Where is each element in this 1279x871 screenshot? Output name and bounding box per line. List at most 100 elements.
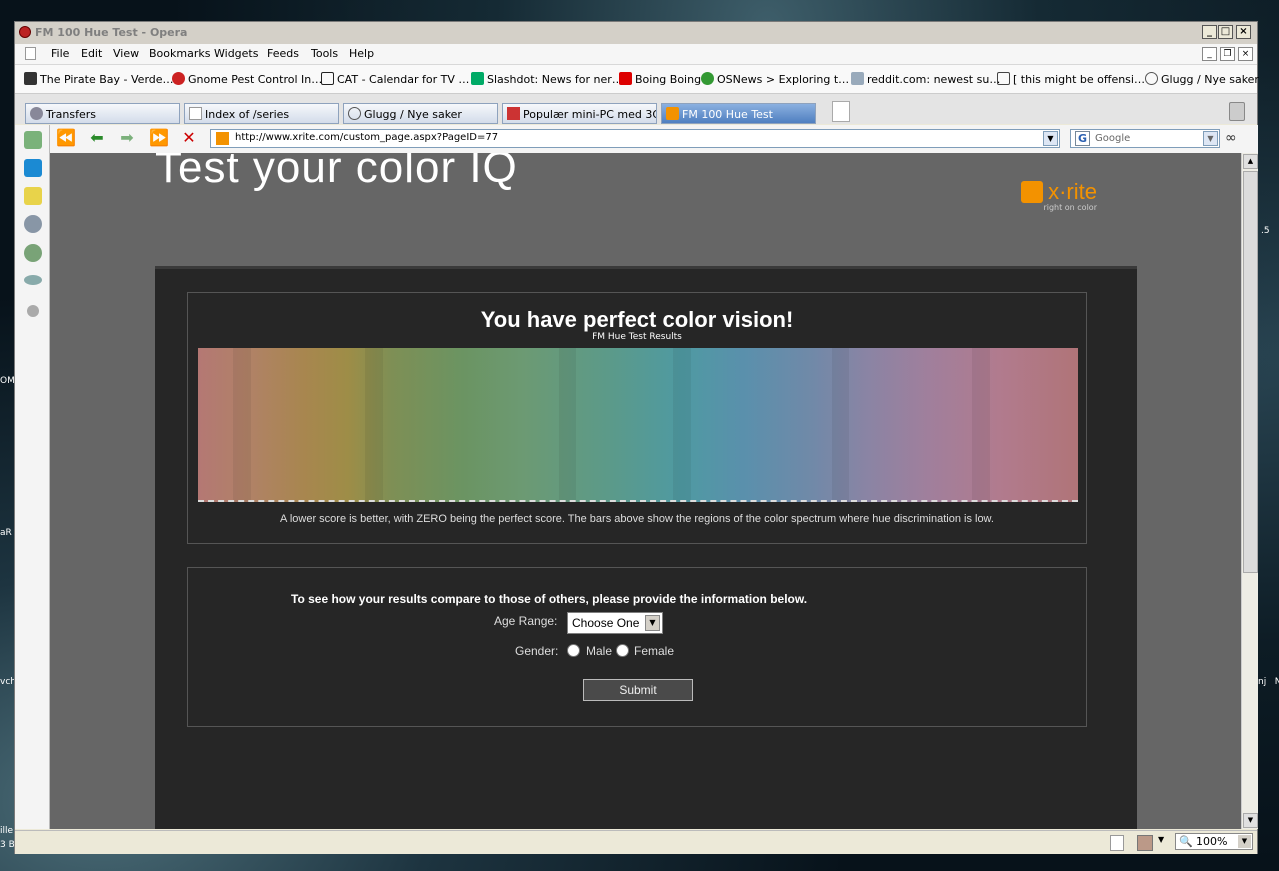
- age-label: Age Range:: [494, 614, 558, 628]
- page-icon: [25, 47, 36, 60]
- scroll-down-icon[interactable]: ▼: [1243, 813, 1258, 828]
- scroll-up-icon[interactable]: ▲: [1243, 154, 1258, 169]
- gender-label: Gender:: [515, 644, 559, 658]
- tab-bar: Transfers Index of /series Glugg / Nye s…: [15, 94, 1257, 124]
- bookmarks-bar: The Pirate Bay - Verde… Gnome Pest Contr…: [15, 65, 1259, 94]
- bookmarks-panel-icon[interactable]: [24, 131, 42, 149]
- age-range-select[interactable]: Choose One ▼: [567, 612, 663, 634]
- form-intro: To see how your results compare to those…: [291, 592, 808, 606]
- chevron-down-icon[interactable]: ▼: [1203, 131, 1218, 146]
- chart-caption: FM Hue Test Results: [592, 332, 682, 342]
- demographics-form: To see how your results compare to those…: [187, 567, 1087, 727]
- bookmark-item[interactable]: The Pirate Bay - Verde…: [24, 72, 174, 86]
- opera-icon: [19, 26, 31, 38]
- back-icon[interactable]: ⬅: [86, 129, 108, 149]
- links-panel-icon[interactable]: [24, 275, 42, 285]
- tab-fm-hue-test[interactable]: FM 100 Hue Test: [661, 103, 816, 124]
- fast-forward-icon[interactable]: ⏩: [148, 129, 170, 149]
- chevron-down-icon: ▼: [645, 615, 660, 631]
- transfers-panel-icon[interactable]: [24, 215, 42, 233]
- bookmark-item[interactable]: Gnome Pest Control In…: [172, 72, 322, 86]
- site-icon: [507, 107, 520, 120]
- close-button[interactable]: ×: [1236, 25, 1251, 39]
- tab-restore-button[interactable]: ❐: [1220, 47, 1235, 61]
- bookmark-item[interactable]: OSNews > Exploring t…: [701, 72, 849, 86]
- search-input[interactable]: G Google ▼: [1070, 129, 1220, 148]
- site-favicon: [216, 132, 229, 145]
- tab-glugg[interactable]: Glugg / Nye saker: [343, 103, 498, 124]
- menu-bookmarks[interactable]: Bookmarks: [149, 47, 210, 60]
- spectrum-band: [558, 348, 577, 502]
- reddit-icon: [851, 72, 864, 85]
- forward-icon[interactable]: ➡: [116, 129, 138, 149]
- chevron-down-icon[interactable]: ▼: [1043, 131, 1058, 146]
- scroll-thumb[interactable]: [1243, 171, 1258, 573]
- spectrum-band: [972, 348, 990, 502]
- voice-glasses-icon[interactable]: ∞: [1225, 130, 1237, 146]
- navigation-bar: ⏪ ⬅ ➡ ⏩ ✕ http://www.xrite.com/custom_pa…: [50, 125, 1258, 154]
- magnifier-icon: 🔍: [1179, 835, 1193, 848]
- results-box: You have perfect color vision! FM Hue Te…: [187, 292, 1087, 544]
- xrite-logo: x·rite right on color: [1021, 179, 1097, 212]
- spectrum-band: [673, 348, 691, 502]
- history-panel-icon[interactable]: [24, 244, 42, 262]
- menu-help[interactable]: Help: [349, 47, 374, 60]
- menu-file[interactable]: File: [51, 47, 69, 60]
- bookmark-item[interactable]: CAT - Calendar for TV …: [321, 72, 469, 86]
- page-headline: Test your color IQ: [155, 153, 518, 192]
- results-panel: You have perfect color vision! FM Hue Te…: [155, 266, 1137, 829]
- desktop-text: .5: [1261, 226, 1270, 236]
- minimize-button[interactable]: _: [1202, 25, 1217, 39]
- submit-button[interactable]: Submit: [583, 679, 693, 701]
- stop-icon[interactable]: ✕: [178, 129, 200, 149]
- chevron-down-icon[interactable]: ▼: [1158, 835, 1164, 844]
- spectrum-band: [365, 348, 383, 502]
- address-field[interactable]: http://www.xrite.com/custom_page.aspx?Pa…: [210, 129, 1060, 148]
- widgets-panel-icon[interactable]: [24, 159, 42, 177]
- trash-icon[interactable]: [1229, 102, 1245, 121]
- spectrum-band: [831, 348, 850, 502]
- female-radio[interactable]: [616, 644, 629, 657]
- menu-view[interactable]: View: [113, 47, 139, 60]
- male-radio[interactable]: [567, 644, 580, 657]
- rewind-icon[interactable]: ⏪: [55, 129, 77, 149]
- vertical-scrollbar[interactable]: ▲ ▼: [1241, 153, 1258, 829]
- tab-index[interactable]: Index of /series: [184, 103, 339, 124]
- desktop-text: ille: [0, 826, 14, 836]
- maximize-button[interactable]: □: [1218, 25, 1233, 39]
- google-icon: G: [1075, 131, 1090, 146]
- xrite-logo-icon: [1021, 181, 1043, 203]
- menu-bar: File Edit View Bookmarks Widgets Feeds T…: [15, 44, 1257, 65]
- menu-edit[interactable]: Edit: [81, 47, 102, 60]
- page-info-icon[interactable]: [1110, 835, 1124, 851]
- window-title: FM 100 Hue Test - Opera: [35, 26, 188, 39]
- pirate-icon: [24, 72, 37, 85]
- tab-close-button[interactable]: ×: [1238, 47, 1253, 61]
- side-panel: [15, 125, 50, 829]
- page-content: Test your color IQ x·rite right on color…: [50, 153, 1241, 829]
- tab-minipc[interactable]: Populær mini-PC med 3G …: [502, 103, 657, 124]
- glugg-icon: [1145, 72, 1158, 85]
- tab-minimize-button[interactable]: _: [1202, 47, 1217, 61]
- image-toggle-icon[interactable]: [1137, 835, 1153, 851]
- result-title: You have perfect color vision!: [480, 307, 794, 332]
- slashdot-icon: [471, 72, 484, 85]
- chevron-down-icon: ▼: [1238, 835, 1251, 848]
- notes-panel-icon[interactable]: [24, 187, 42, 205]
- bookmark-item[interactable]: Slashdot: News for ner…: [471, 72, 623, 86]
- tab-transfers[interactable]: Transfers: [25, 103, 180, 124]
- menu-tools[interactable]: Tools: [311, 47, 338, 60]
- menu-widgets[interactable]: Widgets: [214, 47, 258, 60]
- add-panel-icon[interactable]: [27, 305, 39, 317]
- status-bar: ▼ 🔍 100% ▼: [15, 830, 1257, 854]
- bookmark-item[interactable]: Glugg / Nye saker: [1145, 72, 1259, 86]
- new-tab-button[interactable]: [832, 101, 850, 122]
- menu-feeds[interactable]: Feeds: [267, 47, 299, 60]
- bookmark-item[interactable]: Boing Boing: [619, 72, 701, 86]
- bookmark-item[interactable]: reddit.com: newest su…: [851, 72, 1000, 86]
- zoom-control[interactable]: 🔍 100% ▼: [1175, 833, 1253, 850]
- transfers-icon: [30, 107, 43, 120]
- bookmark-item[interactable]: [ this might be offensi…: [997, 72, 1145, 86]
- gear-icon: [172, 72, 185, 85]
- calendar-icon: [321, 72, 334, 85]
